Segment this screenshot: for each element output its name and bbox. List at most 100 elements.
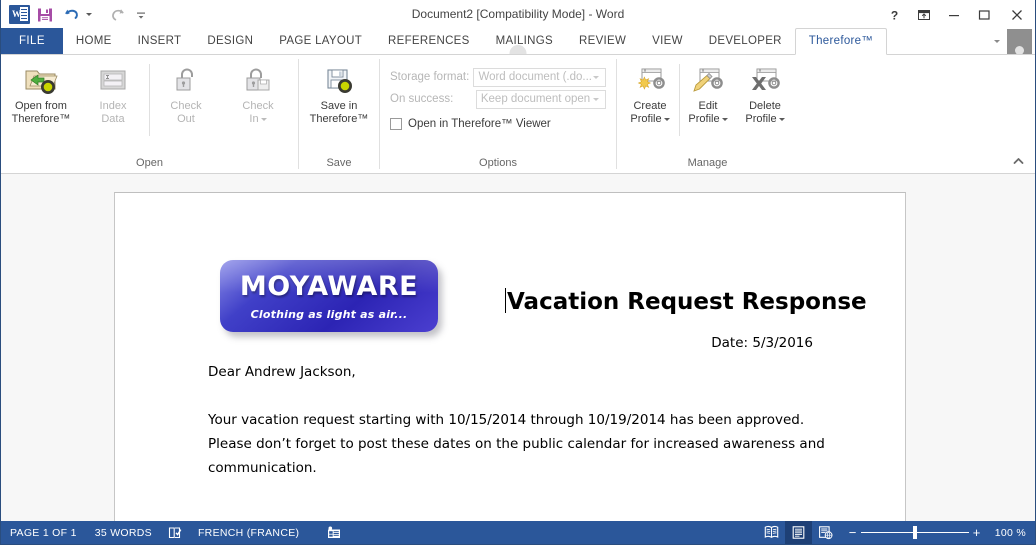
zoom-in-button[interactable]: + — [969, 521, 985, 544]
document-paragraph-line3: communication. — [208, 460, 317, 476]
save-in-therefore-label-line2: Therefore™ — [309, 113, 369, 125]
edit-profile-dropdown-caret-icon[interactable] — [721, 117, 728, 121]
on-success-select[interactable]: Keep document open — [475, 89, 606, 109]
open-in-therefore-viewer-label: Open in Therefore™ Viewer — [408, 117, 551, 130]
document-body: Dear Andrew Jackson, Your vacation reque… — [208, 360, 828, 480]
document-canvas[interactable]: MOYAWARE Clothing as light as air... Vac… — [1, 174, 1035, 522]
check-in-label-line1: Check — [242, 100, 274, 112]
storage-format-select[interactable]: Word document (.do... — [473, 67, 606, 87]
read-mode-button[interactable] — [758, 521, 785, 544]
chevron-down-icon — [593, 97, 599, 101]
folder-open-icon — [24, 63, 58, 97]
customize-qat-glyph — [137, 12, 145, 19]
chevron-up-icon — [1013, 158, 1023, 164]
maximize-button[interactable] — [969, 0, 999, 29]
tab-strip-right — [509, 28, 1035, 54]
check-in-dropdown-caret-icon[interactable] — [260, 117, 267, 121]
tab-references[interactable]: REFERENCES — [375, 28, 483, 54]
document-salutation: Dear Andrew Jackson, — [208, 364, 356, 380]
storage-format-value: Word document (.do... — [478, 71, 592, 83]
minimize-icon — [949, 14, 959, 16]
status-bar: PAGE 1 OF 1 35 WORDS FRENCH (FRANCE) − +… — [1, 521, 1035, 544]
index-data-icon — [96, 63, 130, 97]
open-in-therefore-viewer-checkbox[interactable]: Open in Therefore™ Viewer — [390, 112, 606, 135]
tab-review[interactable]: REVIEW — [566, 28, 639, 54]
delete-profile-dropdown-caret-icon[interactable] — [778, 117, 785, 121]
help-button[interactable]: ? — [879, 0, 909, 29]
on-success-value: Keep document open — [480, 93, 591, 105]
check-in-label-line2: In — [249, 113, 259, 125]
web-layout-icon — [818, 526, 833, 540]
check-in-button[interactable]: Check In — [222, 60, 294, 126]
zoom-slider-thumb[interactable] — [912, 526, 917, 539]
open-from-therefore-button[interactable]: Open from Therefore™ — [5, 60, 77, 126]
storage-format-row: Storage format: Word document (.do... — [390, 66, 606, 88]
undo-icon[interactable] — [59, 4, 83, 26]
close-button[interactable] — [999, 0, 1035, 29]
checkbox-box-icon — [390, 117, 402, 130]
document-page[interactable]: MOYAWARE Clothing as light as air... Vac… — [114, 192, 906, 522]
ribbon-display-options-button[interactable] — [909, 0, 939, 29]
delete-profile-label-line2: Profile — [745, 113, 777, 125]
print-layout-button[interactable] — [784, 521, 812, 544]
ribbon-group-open: Open from Therefore™ Index Data Check Ou… — [1, 55, 298, 173]
save-in-therefore-button[interactable]: Save in Therefore™ — [303, 60, 375, 126]
tab-file[interactable]: FILE — [1, 28, 63, 54]
redo-icon-glyph — [111, 8, 124, 20]
save-icon[interactable] — [33, 4, 57, 26]
word-app-icon[interactable]: W — [7, 4, 31, 26]
language-indicator[interactable]: FRENCH (FRANCE) — [189, 521, 308, 544]
undo-dropdown-caret-icon[interactable] — [86, 13, 92, 16]
ribbon-group-manage-label: Manage — [687, 157, 728, 169]
tab-view[interactable]: VIEW — [639, 28, 696, 54]
web-layout-button[interactable] — [812, 521, 839, 544]
create-profile-dropdown-caret-icon[interactable] — [663, 117, 670, 121]
redo-icon[interactable] — [106, 4, 130, 26]
logo-tagline: Clothing as light as air... — [250, 308, 408, 321]
tab-page-layout[interactable]: PAGE LAYOUT — [266, 28, 375, 54]
save-icon-glyph — [38, 8, 52, 21]
minimize-button[interactable] — [939, 0, 969, 29]
index-data-button[interactable]: Index Data — [77, 60, 149, 126]
ribbon-options-icon — [918, 9, 930, 20]
ribbon-group-open-label: Open — [136, 157, 163, 169]
customize-quick-access-toolbar-icon[interactable] — [132, 4, 150, 26]
tab-insert[interactable]: INSERT — [125, 28, 195, 54]
proofing-errors-icon[interactable] — [161, 521, 189, 544]
tab-therefore[interactable]: Therefore™ — [794, 28, 888, 55]
collapse-ribbon-button[interactable] — [1007, 151, 1029, 171]
zoom-slider[interactable] — [860, 521, 969, 544]
logo-wordmark: MOYAWARE — [239, 271, 419, 302]
floppy-disk-icon — [322, 63, 356, 97]
word-count[interactable]: 35 WORDS — [86, 521, 161, 544]
close-icon — [1012, 9, 1022, 20]
avatar[interactable] — [509, 28, 1032, 54]
create-profile-button[interactable]: Create Profile — [621, 60, 679, 126]
zoom-out-button[interactable]: − — [845, 521, 861, 544]
check-out-label-line1: Check — [170, 100, 202, 112]
proofing-errors-glyph — [168, 526, 182, 538]
edit-profile-button[interactable]: Edit Profile — [680, 60, 736, 126]
ribbon-group-save-label: Save — [326, 157, 352, 169]
chevron-down-icon — [593, 75, 599, 79]
page-indicator[interactable]: PAGE 1 OF 1 — [1, 521, 86, 544]
delete-profile-button[interactable]: Delete Profile — [736, 60, 794, 126]
tab-developer[interactable]: DEVELOPER — [696, 28, 795, 54]
check-out-button[interactable]: Check Out — [150, 60, 222, 126]
padlock-open-icon — [169, 63, 203, 97]
tab-home[interactable]: HOME — [63, 28, 125, 54]
create-profile-icon — [633, 63, 667, 97]
tab-design[interactable]: DESIGN — [194, 28, 266, 54]
signin-dropdown-caret-icon[interactable] — [985, 39, 1007, 43]
ribbon-group-save: Save in Therefore™ Save — [299, 55, 379, 173]
document-paragraph-line1: Your vacation request starting with 10/1… — [208, 412, 805, 428]
open-from-therefore-label-line2: Therefore™ — [11, 113, 71, 125]
on-success-label: On success: — [390, 93, 454, 105]
company-logo: MOYAWARE Clothing as light as air... — [220, 260, 438, 332]
edit-profile-label-line1: Edit — [698, 100, 718, 112]
window-controls: ? — [879, 0, 1035, 29]
macro-record-icon[interactable] — [320, 521, 348, 544]
text-cursor — [505, 288, 506, 313]
zoom-level[interactable]: 100 % — [995, 527, 1026, 539]
edit-profile-icon — [691, 63, 725, 97]
